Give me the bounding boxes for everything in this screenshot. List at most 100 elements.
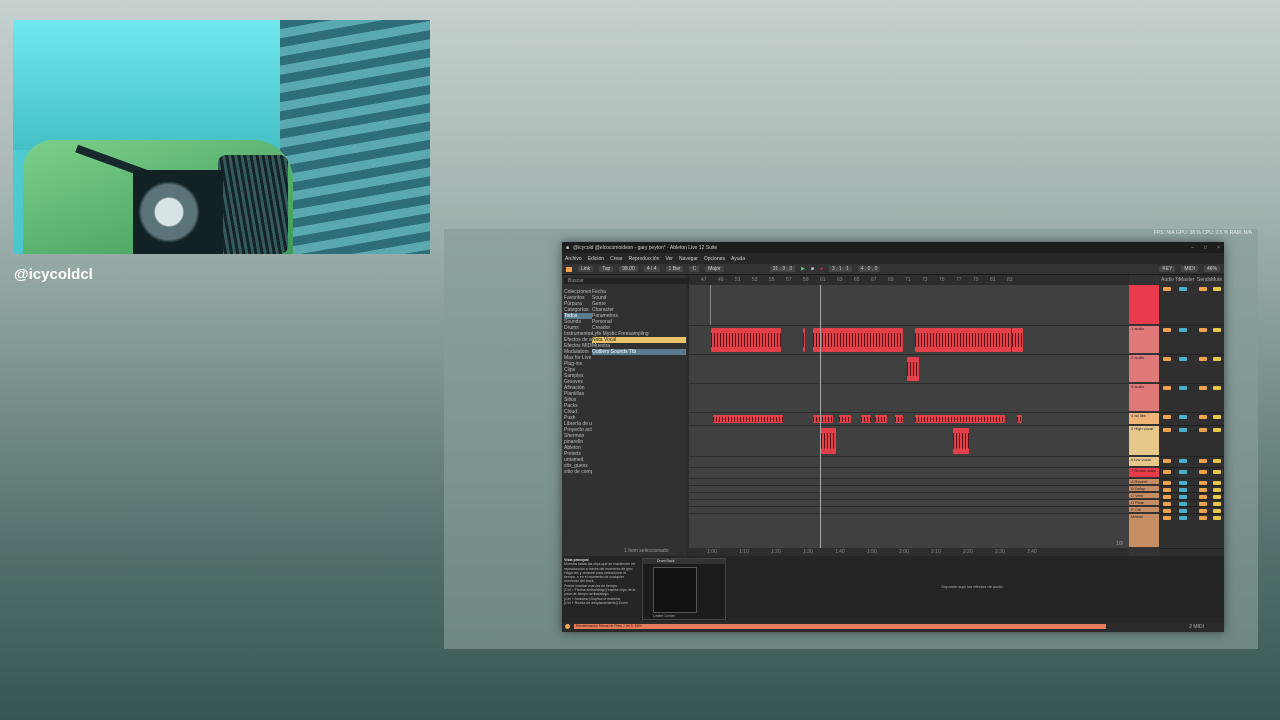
loop-start-field[interactable]: 3 . 1 . 1 — [828, 266, 852, 272]
menu-opciones[interactable]: Opciones — [704, 256, 725, 262]
menu-crear[interactable]: Crear — [610, 256, 623, 262]
mixer-control[interactable] — [1179, 428, 1187, 432]
track-header[interactable]: Master — [1129, 514, 1159, 547]
audio-clip[interactable] — [711, 328, 781, 352]
mixer-control[interactable] — [1199, 386, 1207, 390]
mixer-control[interactable] — [1213, 470, 1221, 474]
mixer-control[interactable] — [1213, 502, 1221, 506]
track-lane[interactable] — [689, 355, 1129, 384]
track-header[interactable]: 3 audio — [1129, 384, 1159, 411]
menu-reproduccion[interactable]: Reproducción — [629, 256, 660, 262]
track-lane[interactable] — [689, 514, 1129, 549]
mixer-control[interactable] — [1199, 509, 1207, 513]
arrangement-view[interactable]: 47 49 51 53 55 57 59 61 63 65 67 69 71 73 75 77 79 81 83 — [689, 275, 1129, 556]
bar-ruler[interactable]: 47 49 51 53 55 57 59 61 63 65 67 69 71 73 75 77 79 81 83 — [689, 275, 1129, 285]
mixer-control[interactable] — [1163, 357, 1171, 361]
cue-marker[interactable] — [710, 285, 711, 325]
mixer-control[interactable] — [1213, 287, 1221, 291]
mixer-control[interactable] — [1213, 415, 1221, 419]
track-header[interactable]: 2 audio — [1129, 355, 1159, 382]
scale-field[interactable]: Major — [705, 266, 724, 272]
mixer-control[interactable] — [1163, 470, 1171, 474]
mixer-control[interactable] — [1163, 509, 1171, 513]
track-header[interactable]: A Reverb — [1129, 479, 1159, 484]
track-header[interactable]: D Plate — [1129, 500, 1159, 505]
mixer-control[interactable] — [1163, 488, 1171, 492]
drum-rack-device[interactable]: Drum Rack Limiter Limiter — [642, 558, 726, 620]
record-icon[interactable]: ● — [820, 266, 823, 272]
mixer-control[interactable] — [1213, 428, 1221, 432]
track-header[interactable]: 7 Drums stats — [1129, 468, 1159, 477]
audio-clip[interactable] — [821, 428, 836, 454]
mixer-control[interactable] — [1213, 495, 1221, 499]
track-header[interactable]: C Verb — [1129, 493, 1159, 498]
audio-clip[interactable] — [953, 428, 969, 454]
mixer-control[interactable] — [1179, 470, 1187, 474]
audio-clip[interactable] — [803, 328, 805, 352]
close-button[interactable]: × — [1217, 245, 1220, 251]
track-lane[interactable] — [689, 426, 1129, 457]
audio-clip[interactable] — [813, 328, 903, 352]
minimize-button[interactable]: – — [1191, 245, 1194, 251]
mixer-control[interactable] — [1179, 287, 1187, 291]
audio-clip[interactable] — [713, 415, 783, 423]
mixer-control[interactable] — [1179, 509, 1187, 513]
track-lane[interactable] — [689, 479, 1129, 486]
mixer-control[interactable] — [1213, 459, 1221, 463]
mixer-control[interactable] — [1179, 481, 1187, 485]
tempo-field[interactable]: 98.00 — [619, 266, 638, 272]
audio-clip[interactable] — [907, 357, 919, 381]
mixer-control[interactable] — [1179, 357, 1187, 361]
audio-clip[interactable] — [839, 415, 851, 423]
audio-clip[interactable] — [875, 415, 887, 423]
signature-field[interactable]: 4 / 4 — [643, 266, 660, 272]
mixer-control[interactable] — [1163, 386, 1171, 390]
place-item[interactable]: sitio de comp — [564, 469, 592, 475]
track-lane[interactable] — [689, 507, 1129, 514]
track-header[interactable]: 6 low vocal — [1129, 457, 1159, 466]
key-map-button[interactable]: KEY — [1159, 266, 1176, 272]
mixer-control[interactable] — [1179, 328, 1187, 332]
mixer-control[interactable] — [1213, 488, 1221, 492]
time-ruler[interactable]: 1:00 1:10 1:20 1:30 1:40 1:50 2:00 2:10 2:20 2:30… — [689, 548, 1129, 556]
playhead[interactable] — [820, 285, 821, 556]
browser-search-input[interactable]: Buscar — [564, 278, 689, 284]
loop-length-field[interactable]: 4 . 0 . 0 — [857, 266, 881, 272]
stop-icon[interactable]: ■ — [811, 266, 814, 272]
link-button[interactable]: Link — [578, 266, 594, 272]
mixer-control[interactable] — [1199, 481, 1207, 485]
track-lane[interactable] — [689, 468, 1129, 479]
mixer-control[interactable] — [1163, 502, 1171, 506]
menu-ver[interactable]: Ver — [665, 256, 673, 262]
audio-clip[interactable] — [915, 415, 1005, 423]
track-lane[interactable] — [689, 457, 1129, 468]
audio-clip[interactable] — [915, 328, 1011, 352]
midi-map-button[interactable]: MIDI — [1181, 266, 1198, 272]
play-icon[interactable]: ▶ — [801, 266, 805, 272]
device-pad-display[interactable] — [653, 567, 697, 613]
track-header[interactable]: 1 audio — [1129, 326, 1159, 353]
mixer-control[interactable] — [1179, 502, 1187, 506]
audio-clip[interactable] — [861, 415, 871, 423]
track-header[interactable]: E Ctrl — [1129, 507, 1159, 512]
mixer-control[interactable] — [1199, 502, 1207, 506]
track-lane[interactable] — [689, 285, 1129, 326]
track-lane[interactable] — [689, 384, 1129, 413]
tap-button[interactable]: Tap — [599, 266, 614, 272]
mixer-control[interactable] — [1213, 328, 1221, 332]
mixer-control[interactable] — [1163, 459, 1171, 463]
mixer-control[interactable] — [1199, 287, 1207, 291]
file-item[interactable]: Outliers Sounds Ttb — [592, 349, 686, 355]
mixer-control[interactable] — [1199, 428, 1207, 432]
metronome-field[interactable]: 1 Bar — [665, 266, 684, 272]
track-lane[interactable] — [689, 493, 1129, 500]
maximize-button[interactable]: □ — [1204, 245, 1207, 251]
mixer-control[interactable] — [1199, 328, 1207, 332]
track-header[interactable] — [1129, 285, 1159, 324]
mixer-control[interactable] — [1199, 488, 1207, 492]
mixer-control[interactable] — [1179, 459, 1187, 463]
audio-clip[interactable] — [1012, 328, 1023, 352]
mixer-control[interactable] — [1179, 495, 1187, 499]
mixer-control[interactable] — [1199, 516, 1207, 520]
audio-clip[interactable] — [813, 415, 833, 423]
